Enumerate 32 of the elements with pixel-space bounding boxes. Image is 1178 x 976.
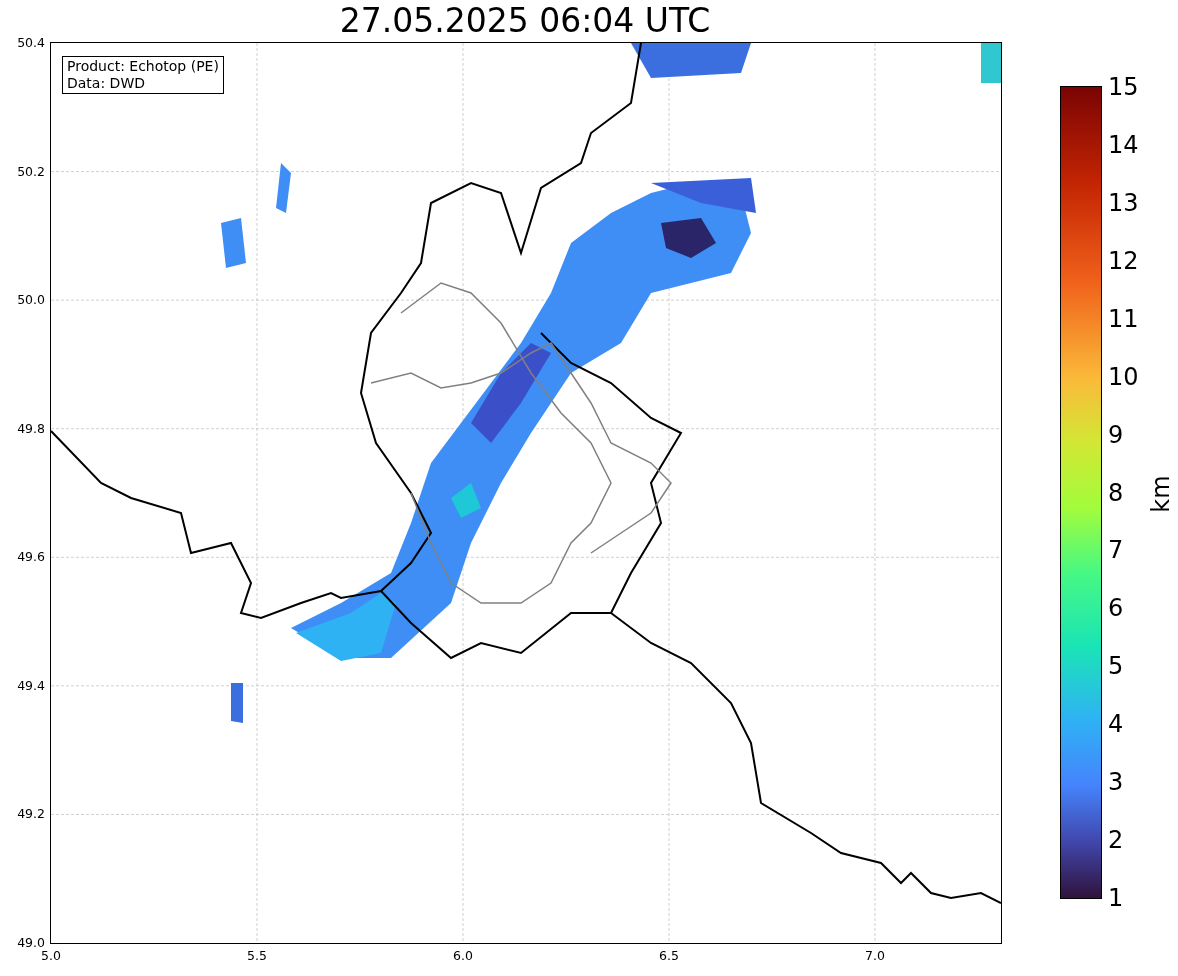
tick-label: 7 (1108, 536, 1124, 565)
tick-label: 50.4 (17, 36, 45, 50)
tick-label: 3 (1108, 768, 1124, 797)
tick-label: 49.2 (17, 807, 45, 822)
tick-label: 5.0 (41, 949, 61, 963)
axis-label: km (1146, 475, 1175, 513)
tick-label: 50.0 (17, 293, 45, 308)
tick-label: 49.4 (17, 678, 45, 693)
tick-label: 10 (1108, 362, 1139, 391)
tick-label: 11 (1108, 304, 1139, 333)
tick-label: 6.0 (453, 949, 473, 963)
tick-label: 8 (1108, 478, 1124, 507)
info-text: Data: DWD (67, 75, 146, 92)
tick-label: 5 (1108, 652, 1124, 681)
tick-label: 5.5 (247, 949, 267, 963)
tick-label: 7.0 (865, 949, 885, 963)
tick-label: 15 (1108, 73, 1139, 101)
chart-title: 27.05.2025 06:04 UTC (338, 0, 712, 42)
tick-label: 49.6 (17, 550, 45, 565)
tick-label: 49.0 (17, 936, 45, 950)
tick-label: 6 (1108, 594, 1124, 623)
tick-label: 14 (1108, 130, 1139, 159)
tick-label: 4 (1108, 710, 1124, 739)
tick-label: 50.2 (17, 164, 45, 179)
tick-label: 9 (1108, 420, 1124, 449)
tick-label: 6.5 (659, 949, 679, 963)
tick-label: 2 (1108, 826, 1124, 855)
info-text: Product: Echotop (PE) (67, 58, 219, 75)
tick-label: 12 (1108, 246, 1139, 275)
tick-label: 1 (1108, 884, 1124, 912)
tick-label: 13 (1108, 188, 1139, 217)
tick-label: 49.8 (17, 421, 45, 436)
